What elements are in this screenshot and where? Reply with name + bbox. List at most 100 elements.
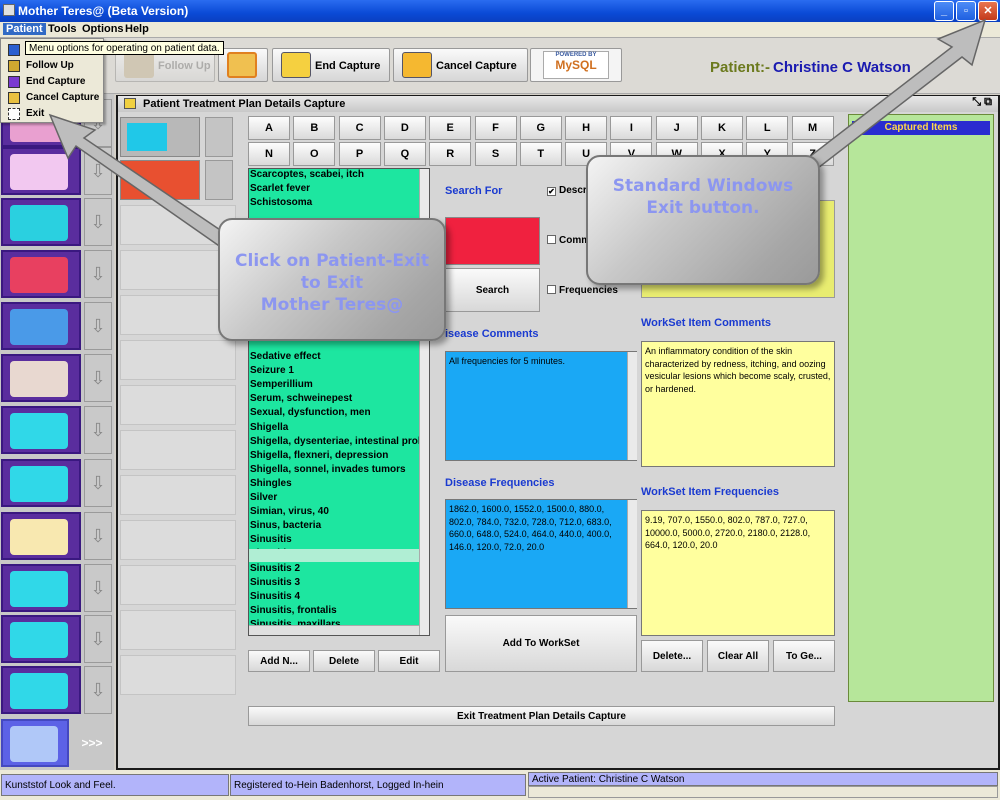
letter-button-p[interactable]: P bbox=[338, 142, 381, 166]
disease-list-item[interactable]: Serum, schweinepest bbox=[250, 393, 352, 404]
icon-tile-11[interactable] bbox=[1, 615, 81, 663]
disease-list-item[interactable]: Sexual, dysfunction, men bbox=[250, 407, 371, 418]
delete-disease-button[interactable]: Delete bbox=[313, 650, 375, 672]
letter-button-k[interactable]: K bbox=[701, 116, 743, 140]
delete-workset-button[interactable]: Delete... bbox=[641, 640, 703, 672]
arrow-down-icon[interactable]: ⇩ bbox=[84, 615, 112, 663]
disease-list-item[interactable]: Simian, virus, 40 bbox=[250, 506, 329, 517]
letter-button-r[interactable]: R bbox=[429, 142, 472, 166]
icon-tile-5[interactable] bbox=[1, 302, 81, 350]
frequencies-checkbox[interactable]: Frequencies bbox=[547, 285, 618, 296]
letter-button-h[interactable]: H bbox=[565, 116, 608, 140]
disease-list-item[interactable]: Semperillium bbox=[250, 379, 313, 390]
disease-frequencies-field[interactable]: 1862.0, 1600.0, 1552.0, 1500.0, 880.0, 8… bbox=[445, 499, 637, 609]
status-hscrollbar[interactable] bbox=[528, 786, 998, 798]
letter-button-i[interactable]: I bbox=[610, 116, 653, 140]
disease-list-item[interactable]: Shingles bbox=[250, 478, 292, 489]
icon-tile-6[interactable] bbox=[1, 354, 81, 402]
icon-tile-9[interactable] bbox=[1, 512, 81, 560]
cancel-capture-label: Cancel Capture bbox=[436, 60, 517, 72]
disease-frequencies-scrollbar[interactable] bbox=[627, 500, 637, 608]
workset-comments-label: WorkSet Item Comments bbox=[641, 317, 771, 329]
arrow-down-icon[interactable]: ⇩ bbox=[84, 512, 112, 560]
workset-frequencies-field[interactable]: 9.19, 707.0, 1550.0, 802.0, 787.0, 727.0… bbox=[641, 510, 835, 636]
callout-line: to Exit bbox=[300, 273, 364, 293]
arrow-down-icon[interactable]: ⇩ bbox=[84, 459, 112, 507]
description-checkbox[interactable]: ✔ Descri bbox=[547, 185, 590, 196]
letter-button-s[interactable]: S bbox=[474, 142, 517, 166]
disease-list-item[interactable]: Sinusitis 4 bbox=[250, 591, 300, 602]
disease-list-item[interactable]: Schistosoma bbox=[250, 197, 312, 208]
icon-tile-13[interactable] bbox=[1, 719, 69, 767]
letter-button-q[interactable]: Q bbox=[383, 142, 426, 166]
letter-button-c[interactable]: C bbox=[338, 116, 381, 140]
menu-tools[interactable]: Tools bbox=[45, 23, 80, 35]
icon-tile-7[interactable] bbox=[1, 406, 81, 454]
disease-list-item[interactable]: Scarcoptes, scabei, itch bbox=[250, 169, 364, 180]
workset-comments-field[interactable]: An inflammatory condition of the skin ch… bbox=[641, 341, 835, 467]
disease-list-item[interactable]: Shigella, flexneri, depression bbox=[250, 450, 388, 461]
disease-list-item[interactable]: Shigella bbox=[250, 422, 288, 433]
letter-button-e[interactable]: E bbox=[429, 116, 472, 140]
search-input[interactable] bbox=[445, 217, 540, 265]
add-to-workset-button[interactable]: Add To WorkSet bbox=[445, 615, 637, 672]
arrow-down-icon[interactable]: ⇩ bbox=[84, 564, 112, 612]
disease-comments-field[interactable]: All frequencies for 5 minutes. bbox=[445, 351, 637, 461]
info-button[interactable] bbox=[218, 48, 268, 82]
edit-disease-button[interactable]: Edit bbox=[378, 650, 440, 672]
empty-slot bbox=[120, 385, 236, 425]
end-capture-button[interactable]: End Capture bbox=[272, 48, 390, 82]
letter-button-o[interactable]: O bbox=[293, 142, 336, 166]
arrow-down-icon[interactable]: ⇩ bbox=[84, 666, 112, 714]
disease-list-item[interactable]: Shigella, dysenteriae, intestinal proble… bbox=[250, 436, 429, 447]
letter-button-g[interactable]: G bbox=[519, 116, 562, 140]
clear-all-button[interactable]: Clear All bbox=[707, 640, 769, 672]
disease-list-item[interactable]: Sinus, bacteria bbox=[250, 520, 321, 531]
icon-tile-10[interactable] bbox=[1, 564, 81, 612]
exit-treatment-plan-button[interactable]: Exit Treatment Plan Details Capture bbox=[248, 706, 835, 726]
letter-button-t[interactable]: T bbox=[519, 142, 562, 166]
comments-checkbox[interactable]: Comm bbox=[547, 235, 590, 246]
disease-list-hscrollbar[interactable] bbox=[249, 625, 419, 635]
icon-tile-8[interactable] bbox=[1, 459, 81, 507]
more-button[interactable]: >>> bbox=[72, 719, 112, 767]
disease-list-item[interactable]: Sinusitis 2 bbox=[250, 563, 300, 574]
letter-button-b[interactable]: B bbox=[293, 116, 336, 140]
arrow-down-icon[interactable]: ⇩ bbox=[84, 302, 112, 350]
menu-item-follow-up[interactable]: Follow Up bbox=[4, 58, 102, 74]
callout-line: Exit button. bbox=[646, 198, 760, 218]
empty-slot bbox=[120, 475, 236, 515]
add-new-button[interactable]: Add N... bbox=[248, 650, 310, 672]
letter-button-a[interactable]: A bbox=[248, 116, 290, 140]
disease-list-item[interactable]: Sinusitis 3 bbox=[250, 577, 300, 588]
letter-button-d[interactable]: D bbox=[383, 116, 426, 140]
letter-button-j[interactable]: J bbox=[655, 116, 698, 140]
disease-list-item[interactable]: Sedative effect bbox=[250, 351, 321, 362]
workset-frequencies-label: WorkSet Item Frequencies bbox=[641, 486, 779, 498]
arrow-down-icon[interactable]: ⇩ bbox=[84, 406, 112, 454]
menu-help[interactable]: Help bbox=[122, 23, 152, 35]
cancel-capture-button[interactable]: Cancel Capture bbox=[393, 48, 528, 82]
icon-tile-12[interactable] bbox=[1, 666, 81, 714]
search-button[interactable]: Search bbox=[445, 268, 540, 312]
disease-list-item[interactable]: Sinusitis bbox=[250, 534, 292, 545]
menu-item-end-capture[interactable]: End Capture bbox=[4, 74, 102, 90]
menu-options[interactable]: Options bbox=[79, 23, 127, 35]
disease-comments-scrollbar[interactable] bbox=[627, 352, 637, 460]
disease-list-item[interactable]: Scarlet fever bbox=[250, 183, 310, 194]
disease-list-item[interactable]: Silver bbox=[250, 492, 277, 503]
empty-slot bbox=[120, 520, 236, 560]
disease-list-item[interactable]: Seizure 1 bbox=[250, 365, 294, 376]
cancel-capture-icon bbox=[8, 92, 20, 104]
disease-list-item[interactable]: Shigella, sonnel, invades tumors bbox=[250, 464, 406, 475]
to-generator-button[interactable]: To Ge... bbox=[773, 640, 835, 672]
menu-item-label: End Capture bbox=[26, 76, 86, 87]
letter-button-f[interactable]: F bbox=[474, 116, 517, 140]
menu-patient[interactable]: Patient bbox=[3, 23, 46, 35]
letter-button-n[interactable]: N bbox=[248, 142, 290, 166]
windows-hint-callout: Standard Windows Exit button. bbox=[586, 155, 820, 285]
disease-list-item[interactable]: Sinusitis, frontalis bbox=[250, 605, 337, 616]
arrow-down-icon[interactable]: ⇩ bbox=[84, 354, 112, 402]
disease-frequencies-text: 1862.0, 1600.0, 1552.0, 1500.0, 880.0, 8… bbox=[449, 504, 612, 552]
envelope-icon bbox=[281, 52, 311, 78]
